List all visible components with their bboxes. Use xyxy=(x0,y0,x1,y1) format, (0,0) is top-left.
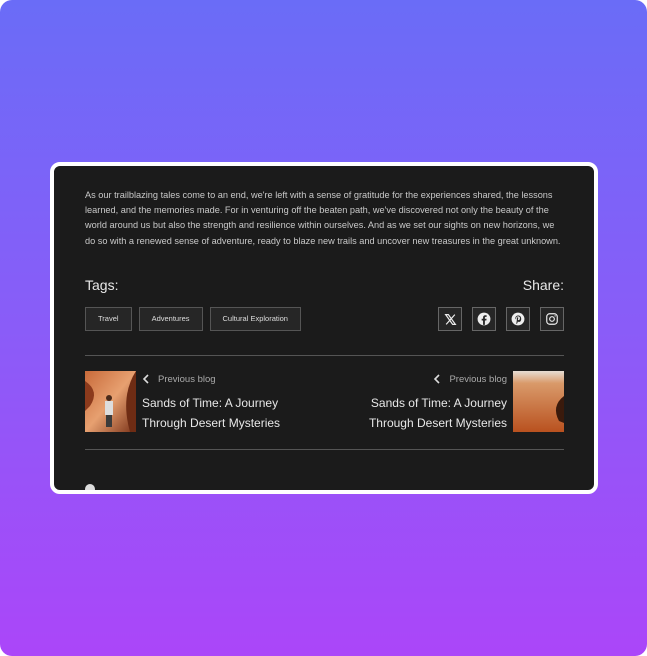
share-x-button[interactable] xyxy=(438,307,462,331)
chevron-left-icon xyxy=(142,374,149,384)
share-buttons xyxy=(438,307,564,331)
share-pinterest-button[interactable] xyxy=(506,307,530,331)
share-facebook-button[interactable] xyxy=(472,307,496,331)
previous-blog-title[interactable]: Sands of Time: A Journey Through Desert … xyxy=(357,393,507,433)
tag-list: Travel Adventures Cultural Exploration xyxy=(85,307,301,331)
canyon-thumbnail xyxy=(85,371,136,432)
article-closing-paragraph: As our trailblazing tales come to an end… xyxy=(85,190,561,246)
comments-section-peek xyxy=(85,484,95,490)
instagram-icon xyxy=(546,313,558,325)
previous-blog-label: Previous blog xyxy=(158,373,216,385)
previous-blog-label: Previous blog xyxy=(449,373,507,385)
nav-previous-right[interactable]: Previous blog Sands of Time: A Journey T… xyxy=(357,371,564,432)
divider-top xyxy=(85,355,564,356)
divider-bottom xyxy=(85,449,564,450)
blog-footer-card: As our trailblazing tales come to an end… xyxy=(50,162,598,494)
tag-cultural-exploration[interactable]: Cultural Exploration xyxy=(209,307,301,331)
chevron-left-icon xyxy=(434,374,441,384)
previous-blog-link[interactable]: Previous blog xyxy=(357,371,507,387)
tag-travel[interactable]: Travel xyxy=(85,307,132,331)
share-instagram-button[interactable] xyxy=(540,307,564,331)
nav-previous-left[interactable]: Previous blog Sands of Time: A Journey T… xyxy=(85,371,292,432)
tags-heading: Tags: xyxy=(85,277,119,293)
pinterest-icon xyxy=(511,312,525,326)
tag-adventures[interactable]: Adventures xyxy=(138,307,203,331)
desert-thumbnail xyxy=(513,371,564,432)
x-icon xyxy=(443,313,457,325)
previous-blog-title[interactable]: Sands of Time: A Journey Through Desert … xyxy=(142,393,292,433)
facebook-icon xyxy=(477,312,491,326)
share-heading: Share: xyxy=(522,277,564,293)
previous-blog-link[interactable]: Previous blog xyxy=(142,371,292,387)
